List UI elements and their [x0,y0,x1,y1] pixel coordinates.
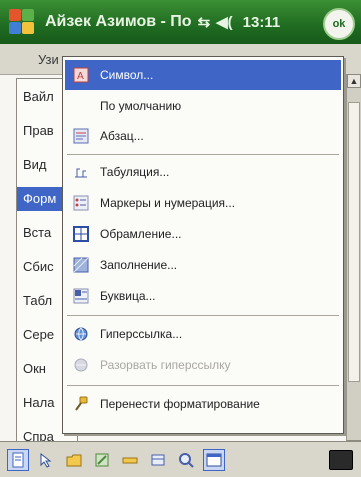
screen: Айзек Азимов - По ⇆ ◀( 13:11 ok Узи ▲ ▼ … [0,0,361,477]
menu-separator [67,154,339,155]
edit-icon[interactable] [92,450,112,470]
format-submenu: A Символ... По умолчанию Абзац... Табуля… [62,56,344,434]
paragraph-icon [72,127,90,145]
title-bar: Айзек Азимов - По ⇆ ◀( 13:11 ok [0,0,361,44]
table-icon[interactable] [203,449,225,471]
vertical-scrollbar[interactable]: ▲ ▼ [346,74,361,454]
clock[interactable]: 13:11 [243,14,281,31]
start-pane [9,9,21,21]
status-icons: ⇆ ◀( 13:11 [198,13,281,32]
start-menu-icon[interactable] [7,7,37,37]
menu-item-label: Перенести форматирование [100,397,260,411]
menu-item-label: Табуляция... [100,165,170,179]
unlink-icon [72,356,90,374]
document-header-label: Узи [38,52,59,67]
highlight-icon[interactable] [120,450,140,470]
format-painter-icon [72,395,90,413]
menu-item-borders[interactable]: Обрамление... [65,219,341,249]
menu-item-format-painter[interactable]: Перенести форматирование [65,389,341,419]
menu-item-label: Обрамление... [100,227,182,241]
shading-icon [72,256,90,274]
zoom-icon[interactable] [176,450,196,470]
start-pane [9,22,21,34]
command-bar [0,441,361,477]
menu-item-tabs[interactable]: Табуляция... [65,157,341,187]
scroll-up-icon[interactable]: ▲ [347,74,361,88]
menu-item-label: Символ... [100,68,154,82]
menu-item-shading[interactable]: Заполнение... [65,250,341,280]
font-icon: A [72,66,90,84]
dropcap-icon [72,287,90,305]
keyboard-icon[interactable] [329,450,353,470]
menu-item-hyperlink[interactable]: Гиперссылка... [65,319,341,349]
menu-item-label: Гиперссылка... [100,327,183,341]
volume-icon[interactable]: ◀( [216,13,233,31]
menu-item-symbol[interactable]: A Символ... [65,60,341,90]
insert-icon[interactable] [148,450,168,470]
menu-item-label: Абзац... [100,129,144,143]
bullets-icon [72,194,90,212]
select-icon[interactable] [36,450,56,470]
document-icon[interactable] [7,449,29,471]
menu-separator [67,315,339,316]
svg-text:A: A [77,71,84,82]
menu-item-bullets[interactable]: Маркеры и нумерация... [65,188,341,218]
menu-separator [67,385,339,386]
open-icon[interactable] [64,450,84,470]
menu-item-default[interactable]: По умолчанию [65,91,341,121]
connectivity-icon[interactable]: ⇆ [198,13,211,31]
menu-item-remove-hyperlink[interactable]: Разорвать гиперссылку [65,350,341,380]
menu-item-dropcap[interactable]: Буквица... [65,281,341,311]
menu-item-label: Буквица... [100,289,156,303]
menu-item-label: По умолчанию [100,99,182,113]
ok-button[interactable]: ok [323,8,355,40]
hyperlink-icon [72,325,90,343]
menu-item-label: Разорвать гиперссылку [100,358,231,372]
menu-item-paragraph[interactable]: Абзац... [65,121,341,151]
menu-item-label: Маркеры и нумерация... [100,196,236,210]
menu-item-label: Заполнение... [100,258,178,272]
app-title: Айзек Азимов - По [45,13,192,30]
scroll-thumb[interactable] [348,102,360,382]
borders-icon [72,225,90,243]
start-pane [22,22,34,34]
tab-stops-icon [72,163,90,181]
start-pane [22,9,34,21]
